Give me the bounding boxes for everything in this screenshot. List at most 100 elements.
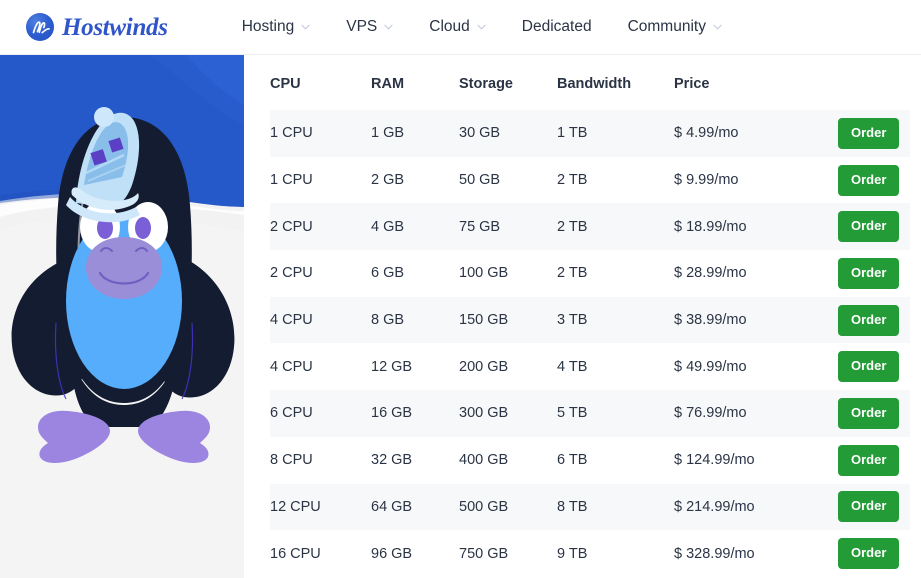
order-button[interactable]: Order — [838, 351, 899, 382]
table-row: 12 CPU 64 GB 500 GB 8 TB $ 214.99/mo Ord… — [270, 484, 910, 531]
table-header: CPU RAM Storage Bandwidth Price — [270, 55, 910, 110]
cell-price: $ 49.99/mo — [674, 343, 838, 390]
column-header-storage: Storage — [459, 55, 557, 110]
cell-bandwidth: 8 TB — [557, 484, 674, 531]
cell-action: Order — [838, 390, 910, 437]
cell-cpu: 2 CPU — [270, 203, 371, 250]
chevron-down-icon — [384, 24, 393, 30]
table-row: 2 CPU 6 GB 100 GB 2 TB $ 28.99/mo Order — [270, 250, 910, 297]
table-row: 16 CPU 96 GB 750 GB 9 TB $ 328.99/mo Ord… — [270, 530, 910, 577]
cell-storage: 400 GB — [459, 437, 557, 484]
cell-storage: 75 GB — [459, 203, 557, 250]
cell-ram: 4 GB — [371, 203, 459, 250]
cell-price: $ 4.99/mo — [674, 110, 838, 157]
vps-pricing-table: CPU RAM Storage Bandwidth Price 1 CPU 1 … — [270, 55, 910, 577]
cell-action: Order — [838, 250, 910, 297]
cell-ram: 1 GB — [371, 110, 459, 157]
chevron-down-icon — [713, 24, 722, 30]
cell-bandwidth: 5 TB — [557, 390, 674, 437]
table-row: 4 CPU 12 GB 200 GB 4 TB $ 49.99/mo Order — [270, 343, 910, 390]
nav-label-cloud: Cloud — [429, 18, 470, 36]
cell-action: Order — [838, 297, 910, 344]
cell-price: $ 9.99/mo — [674, 157, 838, 204]
cell-price: $ 28.99/mo — [674, 250, 838, 297]
cell-action: Order — [838, 437, 910, 484]
column-header-action — [838, 55, 910, 110]
cell-price: $ 18.99/mo — [674, 203, 838, 250]
cell-ram: 6 GB — [371, 250, 459, 297]
order-button[interactable]: Order — [838, 398, 899, 429]
nav-item-hosting[interactable]: Hosting — [224, 0, 329, 55]
table-row: 6 CPU 16 GB 300 GB 5 TB $ 76.99/mo Order — [270, 390, 910, 437]
brand-logo[interactable]: Hostwinds — [26, 13, 168, 41]
pricing-table-panel: CPU RAM Storage Bandwidth Price 1 CPU 1 … — [244, 55, 921, 578]
column-header-cpu: CPU — [270, 55, 371, 110]
order-button[interactable]: Order — [838, 538, 899, 569]
cell-cpu: 4 CPU — [270, 343, 371, 390]
cell-ram: 2 GB — [371, 157, 459, 204]
column-header-ram: RAM — [371, 55, 459, 110]
order-button[interactable]: Order — [838, 211, 899, 242]
table-row: 1 CPU 1 GB 30 GB 1 TB $ 4.99/mo Order — [270, 110, 910, 157]
main-navigation: Hosting VPS Cloud Dedicated Community — [224, 0, 740, 55]
order-button[interactable]: Order — [838, 118, 899, 149]
cell-storage: 750 GB — [459, 530, 557, 577]
cell-action: Order — [838, 530, 910, 577]
cell-bandwidth: 3 TB — [557, 297, 674, 344]
cell-cpu: 8 CPU — [270, 437, 371, 484]
table-row: 4 CPU 8 GB 150 GB 3 TB $ 38.99/mo Order — [270, 297, 910, 344]
table-row: 2 CPU 4 GB 75 GB 2 TB $ 18.99/mo Order — [270, 203, 910, 250]
cell-bandwidth: 9 TB — [557, 530, 674, 577]
cell-ram: 96 GB — [371, 530, 459, 577]
nav-item-cloud[interactable]: Cloud — [411, 0, 504, 55]
cell-ram: 16 GB — [371, 390, 459, 437]
brand-name: Hostwinds — [62, 15, 168, 40]
cell-action: Order — [838, 203, 910, 250]
order-button[interactable]: Order — [838, 305, 899, 336]
cell-cpu: 16 CPU — [270, 530, 371, 577]
nav-label-dedicated: Dedicated — [522, 18, 592, 36]
nav-item-vps[interactable]: VPS — [328, 0, 411, 55]
cell-ram: 32 GB — [371, 437, 459, 484]
cell-cpu: 2 CPU — [270, 250, 371, 297]
chevron-down-icon — [477, 24, 486, 30]
order-button[interactable]: Order — [838, 445, 899, 476]
nav-item-community[interactable]: Community — [610, 0, 740, 55]
chevron-down-icon — [301, 24, 310, 30]
column-header-price: Price — [674, 55, 838, 110]
linux-penguin-illustration — [0, 55, 244, 578]
cell-bandwidth: 1 TB — [557, 110, 674, 157]
cell-ram: 12 GB — [371, 343, 459, 390]
cell-bandwidth: 6 TB — [557, 437, 674, 484]
cell-storage: 100 GB — [459, 250, 557, 297]
column-header-bandwidth: Bandwidth — [557, 55, 674, 110]
cell-storage: 30 GB — [459, 110, 557, 157]
cell-storage: 200 GB — [459, 343, 557, 390]
cell-price: $ 328.99/mo — [674, 530, 838, 577]
table-body: 1 CPU 1 GB 30 GB 1 TB $ 4.99/mo Order 1 … — [270, 110, 910, 577]
cell-bandwidth: 2 TB — [557, 157, 674, 204]
cell-action: Order — [838, 343, 910, 390]
cell-storage: 300 GB — [459, 390, 557, 437]
nav-label-vps: VPS — [346, 18, 377, 36]
order-button[interactable]: Order — [838, 491, 899, 522]
order-button[interactable]: Order — [838, 258, 899, 289]
cell-cpu: 12 CPU — [270, 484, 371, 531]
cell-action: Order — [838, 110, 910, 157]
cell-price: $ 214.99/mo — [674, 484, 838, 531]
nav-label-hosting: Hosting — [242, 18, 295, 36]
site-header: Hostwinds Hosting VPS Cloud Dedicated Co… — [0, 0, 921, 55]
cell-ram: 64 GB — [371, 484, 459, 531]
cell-storage: 500 GB — [459, 484, 557, 531]
cell-bandwidth: 4 TB — [557, 343, 674, 390]
cell-cpu: 1 CPU — [270, 110, 371, 157]
penguin-artwork — [0, 55, 244, 578]
nav-item-dedicated[interactable]: Dedicated — [504, 0, 610, 55]
cell-storage: 50 GB — [459, 157, 557, 204]
cell-ram: 8 GB — [371, 297, 459, 344]
order-button[interactable]: Order — [838, 165, 899, 196]
cell-action: Order — [838, 484, 910, 531]
cell-price: $ 124.99/mo — [674, 437, 838, 484]
table-row: 1 CPU 2 GB 50 GB 2 TB $ 9.99/mo Order — [270, 157, 910, 204]
hostwinds-logo-icon — [26, 13, 54, 41]
